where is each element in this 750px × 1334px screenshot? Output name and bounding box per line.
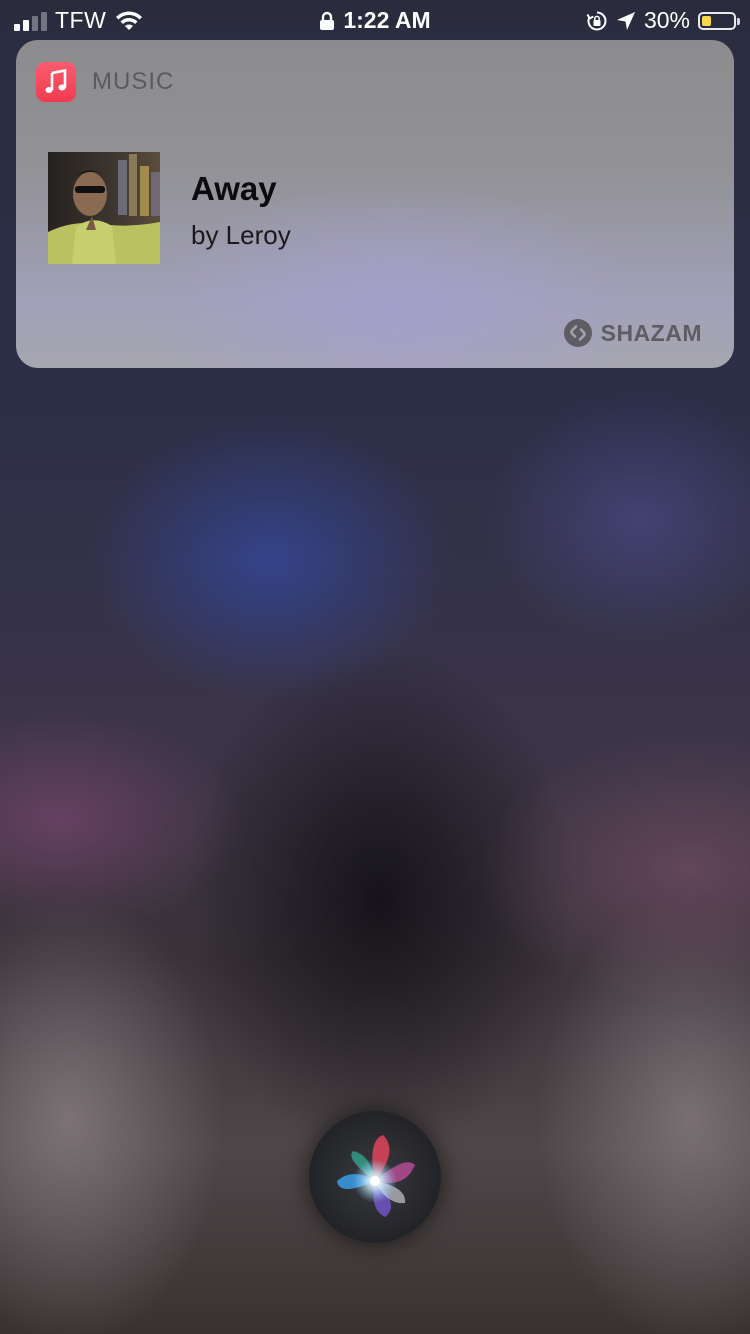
siri-music-card[interactable]: MUSIC Away by Leroy SHAZAM (16, 40, 734, 368)
status-bar: TFW 1:22 AM 30% (0, 0, 750, 40)
song-title: Away (191, 170, 277, 207)
orientation-lock-icon (586, 11, 607, 30)
status-right: 30% (586, 7, 740, 34)
app-label: MUSIC (92, 68, 175, 95)
card-header: MUSIC (36, 62, 174, 102)
shazam-label: SHAZAM (600, 319, 702, 346)
lock-icon (320, 11, 335, 30)
battery-icon (698, 11, 740, 30)
album-art[interactable] (48, 152, 160, 264)
clock: 1:22 AM (343, 7, 431, 33)
music-app-icon (36, 62, 76, 102)
siri-orb-icon (337, 1135, 415, 1217)
music-note-icon (45, 69, 67, 93)
battery-percent: 30% (643, 7, 690, 33)
siri-orb-button[interactable] (309, 1111, 441, 1243)
shazam-logo-icon (563, 319, 592, 347)
battery-level (702, 15, 711, 26)
shazam-attribution[interactable]: SHAZAM (563, 318, 702, 348)
song-artist: by Leroy (191, 220, 291, 250)
location-arrow-icon (616, 11, 635, 30)
